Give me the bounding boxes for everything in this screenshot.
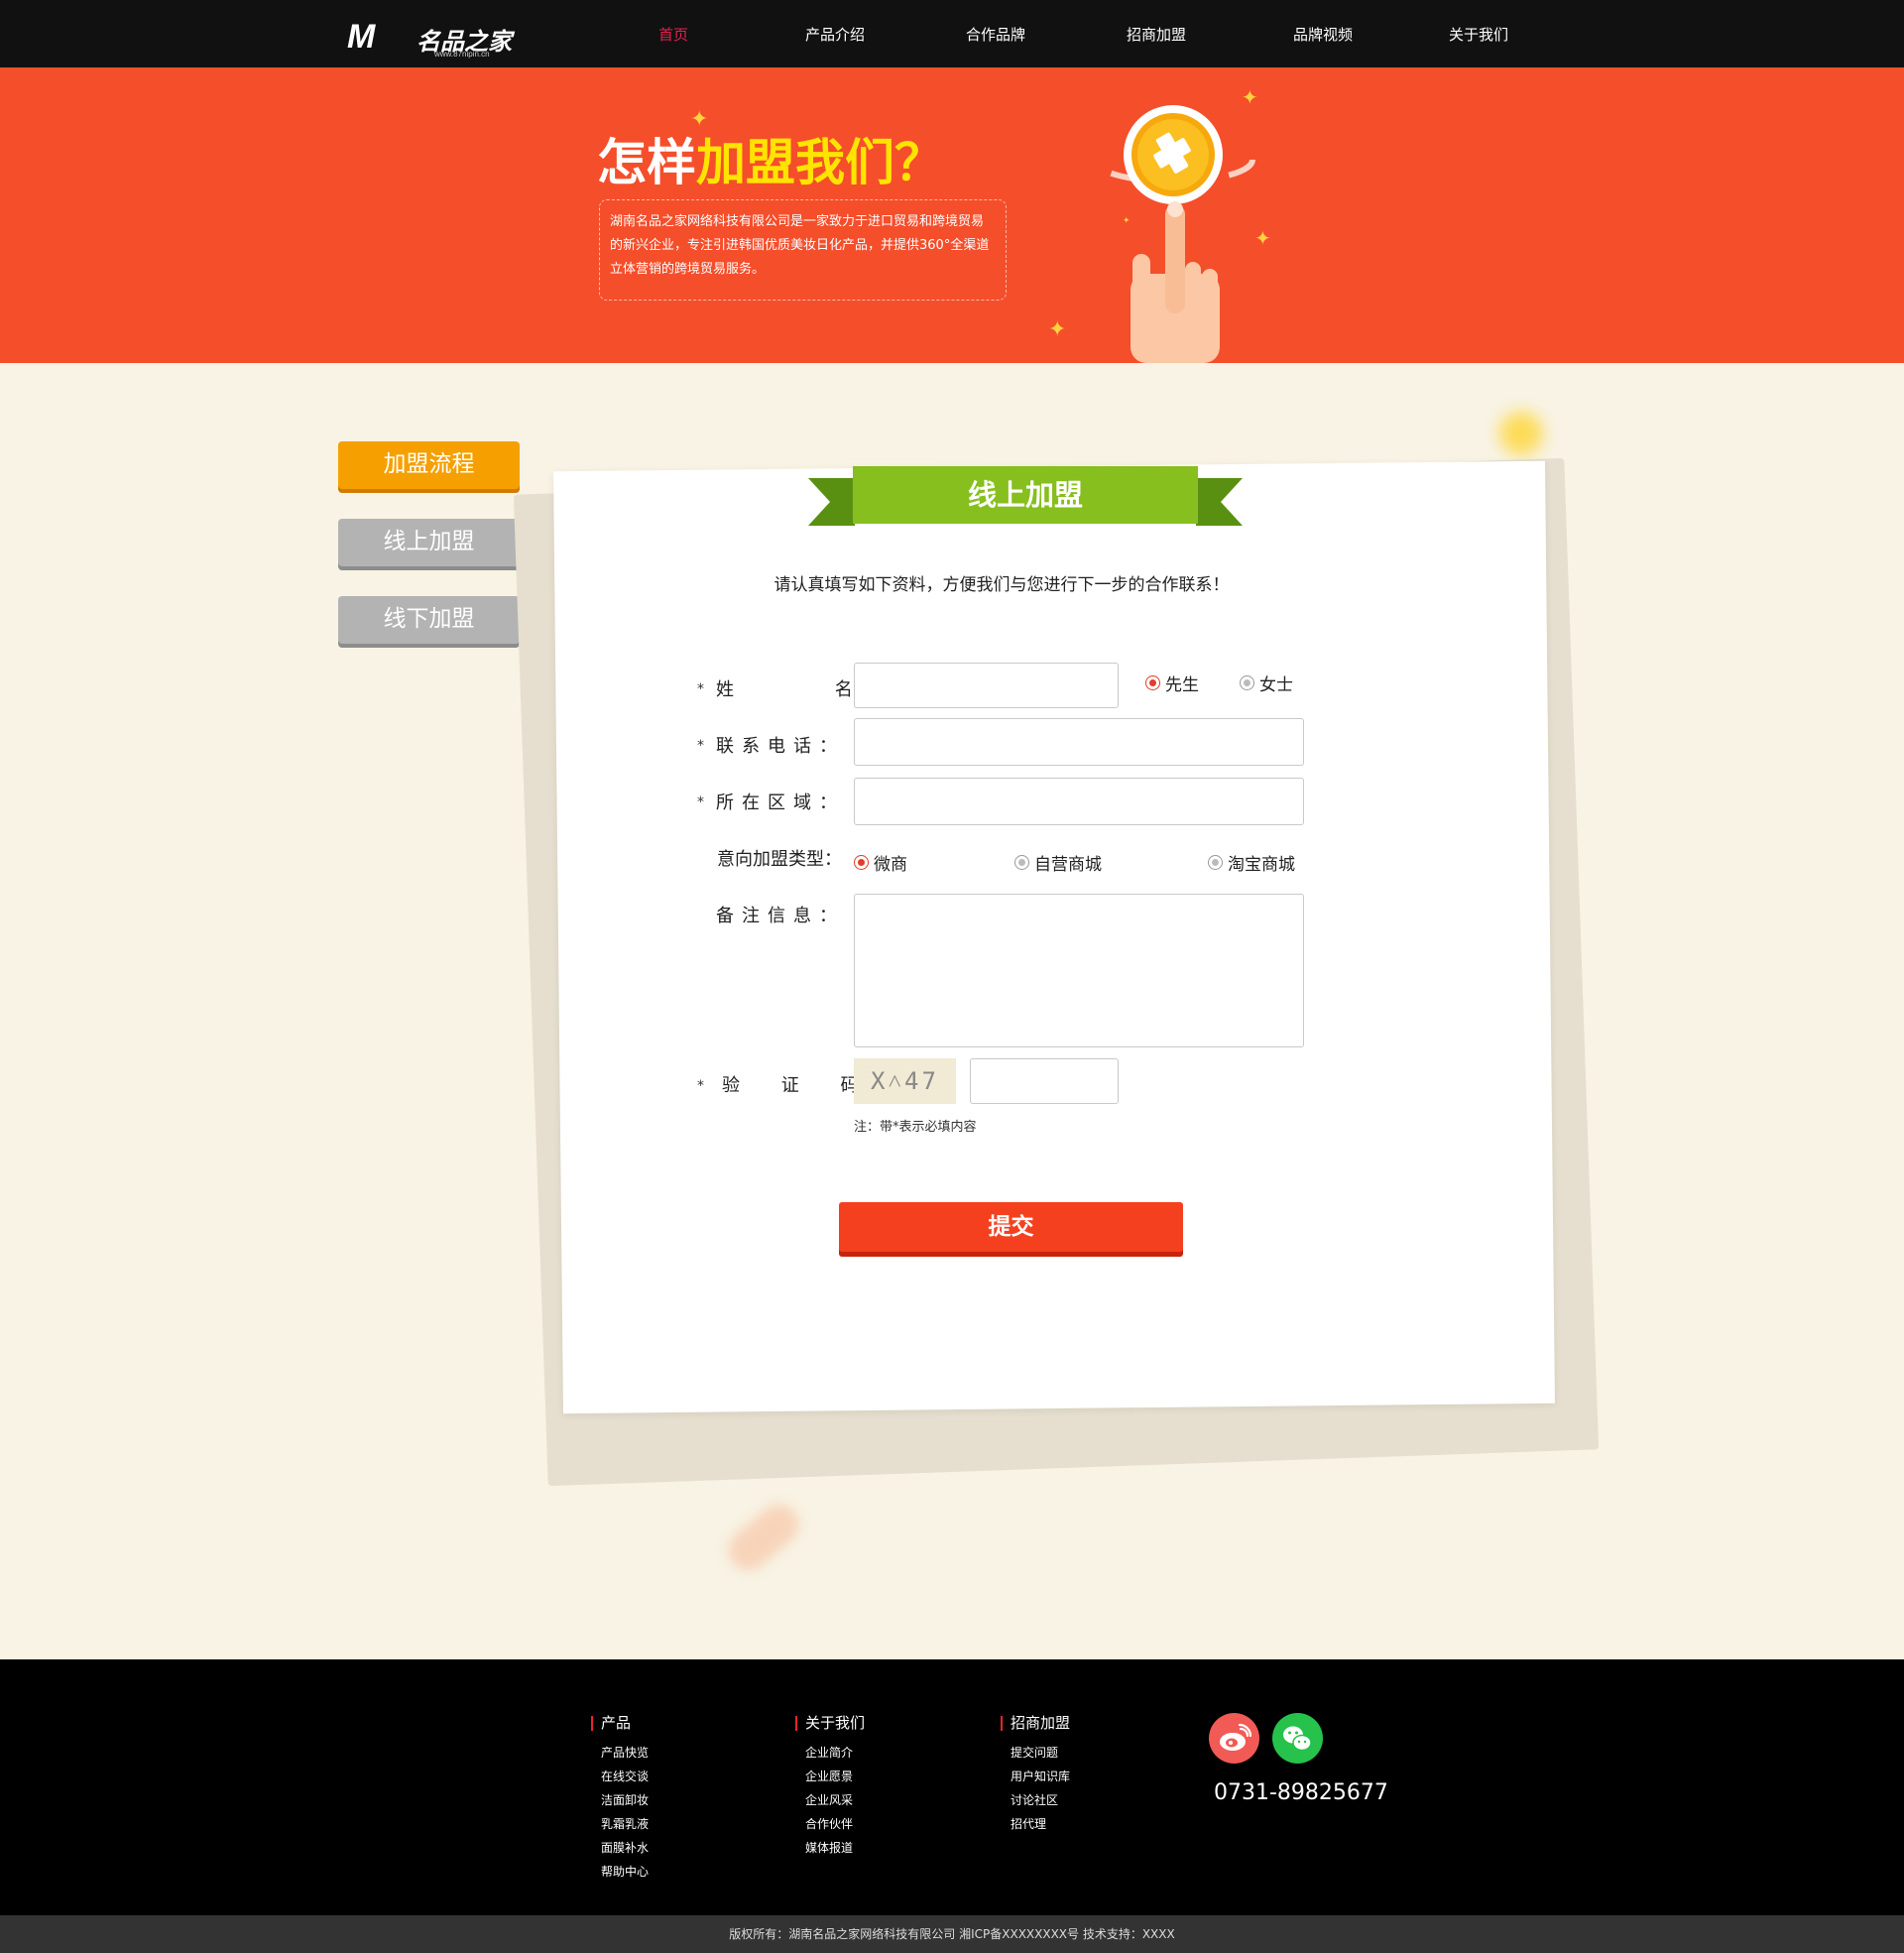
nav-item-brands[interactable]: 合作品牌 xyxy=(966,24,1025,45)
footer-link[interactable]: 企业风采 xyxy=(795,1788,865,1812)
region-input[interactable] xyxy=(854,778,1304,825)
type-taobao-label: 淘宝商城 xyxy=(1228,855,1295,875)
site-logo[interactable]: M 名品之家 www.87nipin.cn xyxy=(347,18,516,59)
gender-male-label: 先生 xyxy=(1165,675,1199,695)
copyright-bar: 版权所有：湖南名品之家网络科技有限公司 湘ICP备XXXXXXXX号 技术支持：… xyxy=(0,1915,1904,1953)
hero-title-prefix: 怎样 xyxy=(597,134,696,191)
radio-checked-icon xyxy=(1145,675,1160,690)
required-mark: * xyxy=(697,1078,704,1094)
hero-title-highlight: 加盟我们？ xyxy=(696,134,944,191)
wechat-button[interactable] xyxy=(1272,1713,1323,1764)
footer-link[interactable]: 合作伙伴 xyxy=(795,1812,865,1836)
footer-link[interactable]: 企业简介 xyxy=(795,1741,865,1765)
captcha-input[interactable] xyxy=(970,1058,1119,1104)
decorative-coin xyxy=(1499,412,1543,455)
weibo-button[interactable] xyxy=(1209,1713,1259,1764)
footer-link[interactable]: 帮助中心 xyxy=(591,1860,649,1884)
footer-link[interactable]: 产品快览 xyxy=(591,1741,649,1765)
footer-column-title: 产品 xyxy=(591,1716,649,1731)
footer xyxy=(0,1659,1904,1915)
footer-column-title: 招商加盟 xyxy=(1001,1716,1070,1731)
sidebar-item-offline[interactable]: 线下加盟 xyxy=(338,596,520,644)
name-input[interactable] xyxy=(854,663,1119,708)
type-option-taobao[interactable]: 淘宝商城 xyxy=(1208,850,1295,875)
sidebar-item-online[interactable]: 线上加盟 xyxy=(338,519,520,566)
footer-column-franchise: 招商加盟 提交问题 用户知识库 讨论社区 招代理 xyxy=(1001,1716,1070,1836)
captcha-image[interactable]: X˄47 xyxy=(854,1058,956,1104)
type-weishang-label: 微商 xyxy=(874,855,907,875)
nav-item-franchise[interactable]: 招商加盟 xyxy=(1127,24,1186,45)
hero-banner: 怎样加盟我们？ 湖南名品之家网络科技有限公司是一家致力于进口贸易和跨境贸易的新兴… xyxy=(0,67,1904,363)
footer-link[interactable]: 提交问题 xyxy=(1001,1741,1070,1765)
footer-column-about: 关于我们 企业简介 企业愿景 企业风采 合作伙伴 媒体报道 xyxy=(795,1716,865,1860)
franchise-type-label: 意向加盟类型： xyxy=(717,849,842,870)
footer-link[interactable]: 招代理 xyxy=(1001,1812,1070,1836)
radio-unchecked-icon xyxy=(1240,675,1254,690)
required-mark: * xyxy=(697,681,704,697)
logo-mark: M xyxy=(347,18,375,56)
ribbon-left-tail xyxy=(808,478,855,526)
hero-title: 怎样加盟我们？ xyxy=(597,123,944,194)
footer-phone: 0731-89825677 xyxy=(1214,1780,1388,1805)
remark-label: 备注信息： xyxy=(716,906,845,926)
region-label: 所在区域： xyxy=(716,793,845,813)
form-intro: 请认真填写如下资料，方便我们与您进行下一步的合作联系！ xyxy=(774,575,1230,595)
wechat-icon xyxy=(1283,1726,1312,1752)
nav-item-about[interactable]: 关于我们 xyxy=(1449,24,1508,45)
decorative-blur xyxy=(720,1496,807,1579)
coin-hand-illustration xyxy=(1091,105,1255,363)
nav-item-video[interactable]: 品牌视频 xyxy=(1293,24,1353,45)
footer-link[interactable]: 讨论社区 xyxy=(1001,1788,1070,1812)
required-mark: * xyxy=(697,794,704,810)
footer-link[interactable]: 在线交谈 xyxy=(591,1765,649,1788)
sparkle-icon: ✦ xyxy=(1048,317,1067,342)
required-mark: * xyxy=(697,738,704,754)
type-option-weishang[interactable]: 微商 xyxy=(854,850,907,875)
radio-checked-icon xyxy=(854,855,869,870)
gender-option-female[interactable]: 女士 xyxy=(1240,671,1293,695)
remark-textarea[interactable] xyxy=(854,894,1304,1047)
footer-link[interactable]: 洁面卸妆 xyxy=(591,1788,649,1812)
footer-link[interactable]: 企业愿景 xyxy=(795,1765,865,1788)
sidebar-item-process[interactable]: 加盟流程 xyxy=(338,441,520,489)
hero-description: 湖南名品之家网络科技有限公司是一家致力于进口贸易和跨境贸易的新兴企业，专注引进韩… xyxy=(599,199,1007,301)
footer-link[interactable]: 面膜补水 xyxy=(591,1836,649,1860)
gender-female-label: 女士 xyxy=(1259,675,1293,695)
weibo-icon xyxy=(1220,1723,1252,1751)
ribbon-right-tail xyxy=(1196,478,1243,526)
footer-link[interactable]: 媒体报道 xyxy=(795,1836,865,1860)
phone-input[interactable] xyxy=(854,718,1304,766)
radio-unchecked-icon xyxy=(1014,855,1029,870)
top-nav: M 名品之家 www.87nipin.cn 首页 产品介绍 合作品牌 招商加盟 … xyxy=(0,0,1904,67)
logo-site: www.87nipin.cn xyxy=(434,50,490,59)
radio-unchecked-icon xyxy=(1208,855,1223,870)
submit-button[interactable]: 提交 xyxy=(839,1202,1183,1252)
sparkle-icon: ✦ xyxy=(690,107,709,132)
footer-link[interactable]: 乳霜乳液 xyxy=(591,1812,649,1836)
type-self-mall-label: 自营商城 xyxy=(1034,855,1102,875)
required-note: 注：带*表示必填内容 xyxy=(854,1120,977,1135)
footer-column-products: 产品 产品快览 在线交谈 洁面卸妆 乳霜乳液 面膜补水 帮助中心 xyxy=(591,1716,649,1884)
footer-column-title: 关于我们 xyxy=(795,1716,865,1731)
nav-item-products[interactable]: 产品介绍 xyxy=(805,24,865,45)
gender-option-male[interactable]: 先生 xyxy=(1145,671,1199,695)
nav-item-home[interactable]: 首页 xyxy=(658,24,688,45)
footer-link[interactable]: 用户知识库 xyxy=(1001,1765,1070,1788)
phone-label: 联系电话： xyxy=(716,736,845,757)
form-ribbon-title: 线上加盟 xyxy=(853,466,1198,524)
type-option-self-mall[interactable]: 自营商城 xyxy=(1014,850,1102,875)
